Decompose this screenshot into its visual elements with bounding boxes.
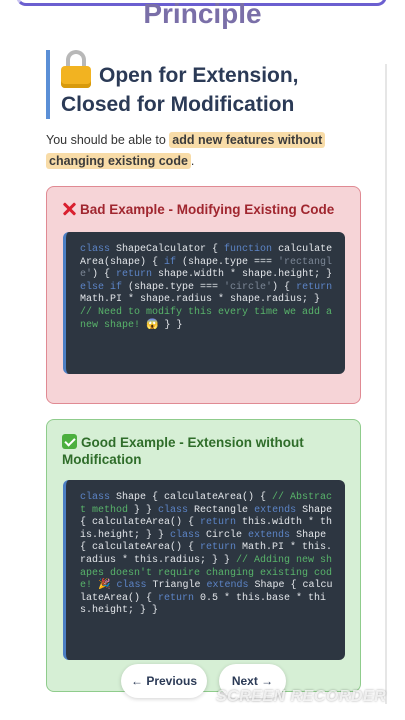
code-token: class	[116, 580, 153, 592]
intro-suffix: .	[190, 154, 195, 168]
cross-mark-icon	[62, 202, 76, 216]
check-mark-icon	[62, 434, 77, 449]
code-token: 🎉	[98, 580, 117, 592]
code-token: Shape { calculateArea() {	[116, 492, 273, 503]
code-token: } }	[134, 504, 159, 516]
code-token: function	[224, 244, 279, 255]
code-token: return	[116, 269, 159, 281]
code-token: Math.PI * shape.radius * shape.radius; }	[80, 294, 321, 306]
page-title: Principle	[143, 0, 262, 29]
code-token: else if	[80, 281, 129, 293]
code-token: Circle	[206, 529, 249, 541]
bad-example-title: Bad Example - Modifying Existing Code	[80, 202, 335, 217]
screen-recorder-watermark: SCREEN RECORDER	[216, 688, 387, 705]
code-token: extends	[206, 580, 255, 592]
code-token: 😱 } }	[146, 319, 183, 331]
code-token: return	[200, 542, 243, 554]
good-example-code-block: class Shape { calculateArea() { // Abstr…	[63, 480, 345, 660]
code-token: class	[80, 244, 117, 255]
code-token: ShapeCalculator {	[116, 244, 225, 255]
intro-paragraph: You should be able to add new features w…	[46, 130, 346, 172]
code-token: extends	[254, 504, 303, 516]
good-example-title: Good Example - Extension without Modific…	[62, 435, 304, 467]
code-token: return	[158, 592, 201, 604]
code-token: class	[80, 492, 117, 503]
code-token: // Need to modify this every time we add…	[80, 306, 333, 331]
bad-example-code-block: class ShapeCalculator { function calcula…	[63, 232, 345, 374]
code-token: class	[170, 529, 207, 541]
intro-prefix: You should be able to	[46, 133, 166, 147]
headline-text: Open for Extension, Closed for Modificat…	[61, 64, 299, 116]
good-example-card: Good Example - Extension without Modific…	[46, 419, 361, 692]
lock-icon	[61, 50, 91, 88]
previous-button[interactable]: ← Previous	[121, 664, 207, 698]
code-token: Rectangle	[194, 504, 255, 516]
code-token: ) {	[272, 281, 297, 293]
code-token: 'circle'	[224, 281, 273, 293]
code-token: return	[200, 517, 243, 529]
page-scroll-rule	[385, 64, 387, 704]
code-token: ) {	[92, 269, 117, 281]
code-token: return	[296, 281, 333, 293]
code-token: class	[158, 504, 195, 516]
code-token: (shape.type ===	[182, 256, 279, 268]
bad-example-card: Bad Example - Modifying Existing Code cl…	[46, 186, 361, 404]
code-token: Triangle	[152, 580, 207, 592]
code-token: shape.width * shape.height; }	[158, 269, 333, 281]
code-token: extends	[248, 529, 297, 541]
code-token: (shape.type ===	[128, 281, 225, 293]
code-token: if	[164, 256, 183, 268]
principle-headline: Open for Extension, Closed for Modificat…	[46, 50, 346, 119]
